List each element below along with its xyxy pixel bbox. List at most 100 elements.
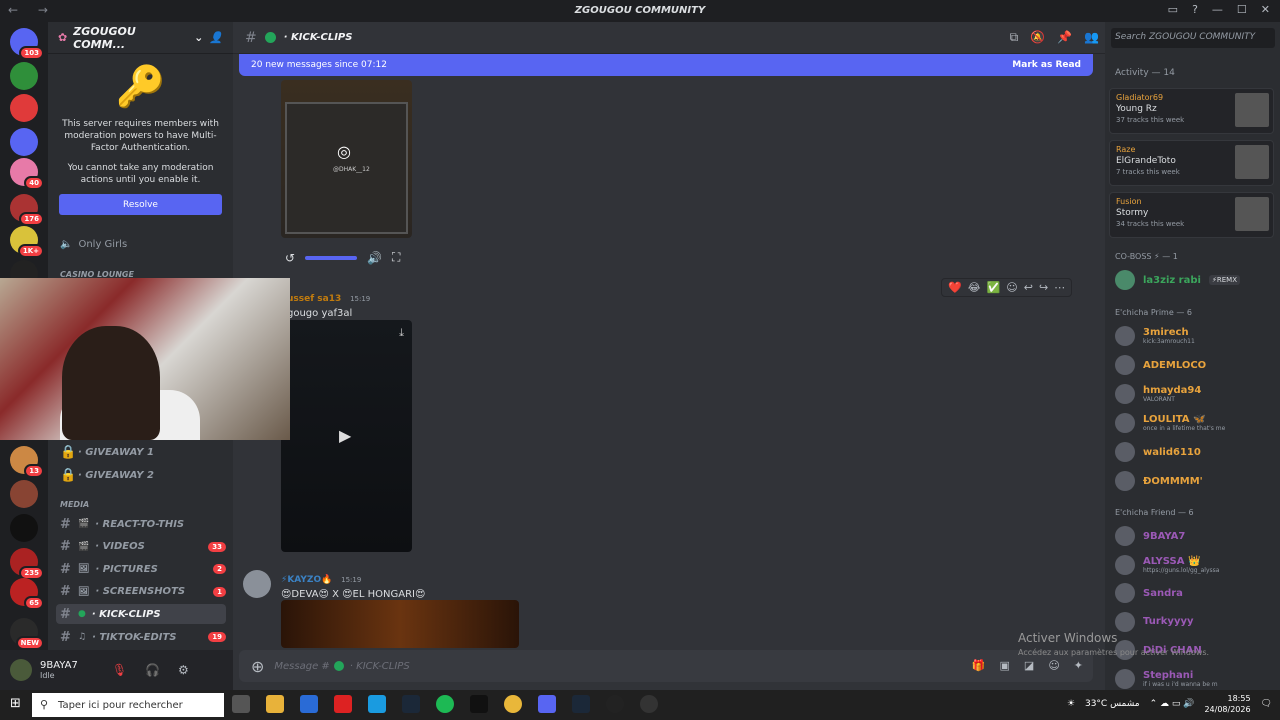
channel-label: · GIVEAWAY 1 <box>78 446 154 458</box>
maximize-button[interactable]: ☐ <box>1237 3 1247 16</box>
member-item[interactable]: ĐOMMMM' <box>1115 469 1275 493</box>
inbox-icon[interactable]: ▭ <box>1168 3 1178 16</box>
server-icon[interactable]: 65 <box>10 578 44 610</box>
minimize-button[interactable]: — <box>1212 3 1223 16</box>
close-button[interactable]: ✕ <box>1261 3 1270 16</box>
server-icon[interactable]: NEW <box>10 618 44 650</box>
notifications-icon[interactable]: 🔕 <box>1030 30 1045 45</box>
member-item[interactable]: LOULITA 🦋 once in a lifetime that's me <box>1115 411 1275 435</box>
play-icon[interactable]: ▶ <box>339 426 351 445</box>
member-name: ADEMLOCO <box>1143 359 1207 371</box>
member-item[interactable]: Turkyyyy <box>1115 610 1275 634</box>
channel-item[interactable]: # ♫ · TIKTOK-EDITS 19 <box>56 627 226 647</box>
member-item[interactable]: la3ziz rabi ⚡REMX <box>1115 268 1275 292</box>
server-icon[interactable]: 40 <box>10 158 44 190</box>
steam-icon-2[interactable] <box>572 695 590 713</box>
opera-icon[interactable] <box>334 695 352 713</box>
avatar <box>1115 611 1135 632</box>
members-icon[interactable]: 👥 <box>1084 30 1099 45</box>
spotify-icon[interactable] <box>436 695 454 713</box>
server-icon[interactable] <box>10 94 38 122</box>
activity-card[interactable]: Fusion Stormy 34 tracks this week <box>1109 192 1274 238</box>
member-item[interactable]: hmayda94 VALORANT <box>1115 382 1275 406</box>
server-icon[interactable]: 1K+ <box>10 226 44 258</box>
store-icon[interactable] <box>300 695 318 713</box>
pin-icon[interactable]: 📌 <box>1057 30 1072 45</box>
channel-giveaway2[interactable]: 🔒 · GIVEAWAY 2 <box>56 465 226 485</box>
edge-icon[interactable] <box>368 695 386 713</box>
image-attachment[interactable] <box>281 600 519 648</box>
server-header[interactable]: ✿ ZGOUGOU COMM... ⌄ 👤 <box>48 22 233 54</box>
channel-item[interactable]: # 🎬 · REACT-TO-THIS <box>56 514 226 534</box>
volume-slider[interactable] <box>305 255 358 260</box>
server-icon[interactable] <box>10 480 38 508</box>
avatar <box>1115 583 1135 604</box>
member-item[interactable]: walid6110 <box>1115 440 1275 464</box>
file-explorer-icon[interactable] <box>266 695 284 713</box>
message-author[interactable]: ⚡KAYZO🔥 <box>281 575 332 585</box>
app-icon[interactable] <box>470 695 488 713</box>
gif-icon[interactable]: ▣ <box>1000 659 1010 672</box>
member-item[interactable]: Stephani if i was u i'd wanna be m <box>1115 667 1275 690</box>
server-icon[interactable]: 13 <box>10 446 44 478</box>
obs-icon[interactable] <box>606 695 624 713</box>
volume-icon[interactable]: 🔊 <box>367 251 382 265</box>
discord-icon[interactable] <box>538 695 556 713</box>
message: ⚡KAYZO🔥 15:19 😍DEVA😍 X 😍EL HONGARI😍 <box>281 571 1141 600</box>
instagram-video[interactable]: ◎ @DHAK__12 <box>281 80 412 238</box>
download-icon[interactable]: ⤓ <box>399 326 404 340</box>
settings-icon[interactable]: ⚙ <box>178 663 189 677</box>
member-item[interactable]: 9BAYA7 <box>1115 524 1275 548</box>
search-input[interactable]: Search ZGOUGOU COMMUNITY <box>1111 28 1275 48</box>
task-view-icon[interactable] <box>232 695 250 713</box>
avatar[interactable] <box>243 570 271 598</box>
add-attachment-icon[interactable]: ⊕ <box>251 657 264 676</box>
gift-icon[interactable]: 🎁 <box>972 659 986 672</box>
steam-icon[interactable] <box>402 695 420 713</box>
server-icon[interactable]: 176 <box>10 194 44 226</box>
tray-icons[interactable]: ⌃ ☁ ▭ 🔊 <box>1150 699 1195 709</box>
new-messages-bar[interactable]: 20 new messages since 07:12 Mark as Read <box>239 54 1093 76</box>
channel-only-girls[interactable]: 🔈 Only Girls <box>56 234 226 254</box>
resolve-button[interactable]: Resolve <box>59 194 222 215</box>
member-item[interactable]: ADEMLOCO <box>1115 353 1275 377</box>
channel-item[interactable]: # 🎬 · VIDEOS 33 <box>56 537 226 557</box>
message-composer[interactable]: ⊕ Message # · KICK-CLIPS 🎁 ▣ ◪ ☺ ✦ <box>239 650 1093 682</box>
mute-icon[interactable]: 🎙 <box>112 663 127 677</box>
server-icon[interactable] <box>10 128 38 156</box>
threads-icon[interactable]: ⧉ <box>1010 30 1019 45</box>
member-item[interactable]: 3mirech kick:3amrouch11 <box>1115 324 1275 348</box>
chrome-icon[interactable] <box>504 695 522 713</box>
windows-start-icon[interactable]: ⊞ <box>10 696 21 711</box>
invite-icon[interactable]: 👤 <box>209 31 223 44</box>
activity-card[interactable]: Gladiator69 Young Rz 37 tracks this week <box>1109 88 1274 134</box>
server-icon[interactable]: 103 <box>10 28 44 60</box>
channel-item[interactable]: # 🖼 · SCREENSHOTS 1 <box>56 582 226 602</box>
notification-icon[interactable]: 🗨 <box>1261 699 1272 709</box>
help-icon[interactable]: ? <box>1192 3 1198 16</box>
emoji-icon[interactable]: ☺ <box>1048 659 1059 672</box>
channel-giveaway1[interactable]: 🔒 · GIVEAWAY 1 <box>56 442 226 462</box>
category-media[interactable]: MEDIA <box>56 494 226 514</box>
server-icon[interactable] <box>10 514 38 542</box>
member-item[interactable]: Sandra <box>1115 581 1275 605</box>
hash-icon: # <box>60 584 71 600</box>
channel-item[interactable]: # 🖼 · PICTURES 2 <box>56 559 226 579</box>
mark-as-read-button[interactable]: Mark as Read <box>1012 60 1081 70</box>
member-item[interactable]: ALYSSA 👑 https://guns.lol/gg_alyssa <box>1115 553 1275 577</box>
apps-icon[interactable]: ✦ <box>1074 659 1083 672</box>
replay-icon[interactable]: ↺ <box>285 251 295 265</box>
server-icon[interactable] <box>10 62 38 90</box>
tiktok-video[interactable]: ⤓ ▶ <box>281 320 412 552</box>
deafen-icon[interactable]: 🎧 <box>145 663 160 677</box>
channel-item[interactable]: # ● · KICK-CLIPS <box>56 604 226 625</box>
app-icon-2[interactable] <box>640 695 658 713</box>
server-icon[interactable]: 235 <box>10 548 44 580</box>
fullscreen-icon[interactable]: ⛶ <box>392 250 400 265</box>
message-author[interactable]: ussef sa13 <box>287 294 341 304</box>
unread-badge: 19 <box>208 632 226 642</box>
sticker-icon[interactable]: ◪ <box>1024 659 1034 672</box>
activity-card[interactable]: Raze ElGrandeToto 7 tracks this week <box>1109 140 1274 186</box>
taskbar-search[interactable]: ⚲ Taper ici pour rechercher <box>32 693 224 717</box>
avatar[interactable] <box>10 659 32 681</box>
